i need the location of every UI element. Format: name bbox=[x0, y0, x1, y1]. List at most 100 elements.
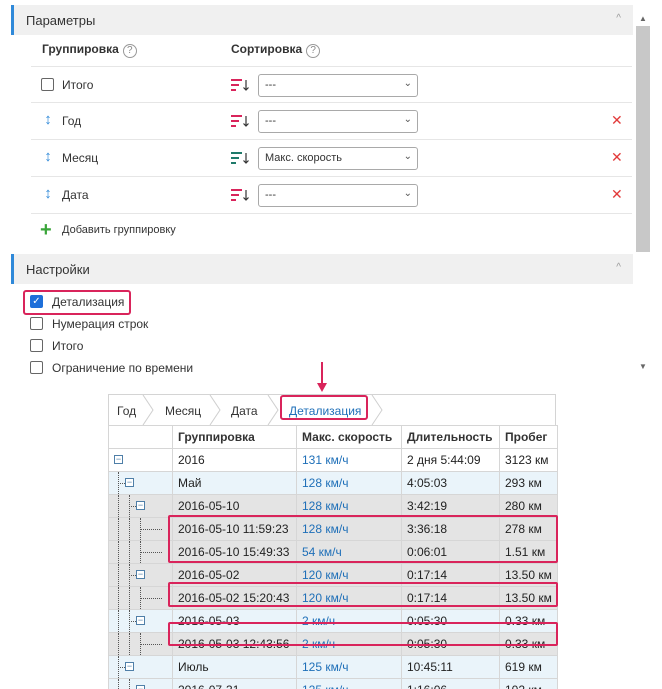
table-row[interactable]: − 2016-07-31125 км/ч1:16:06102 км bbox=[108, 677, 558, 689]
duration-column-header[interactable]: Длительность bbox=[401, 425, 500, 449]
max-speed-cell[interactable]: 120 км/ч bbox=[296, 585, 402, 610]
tree-cell: − bbox=[108, 447, 173, 472]
drag-updown-icon[interactable]: ↕ bbox=[41, 111, 55, 128]
delete-icon[interactable]: ✕ bbox=[611, 149, 623, 166]
tree-branch-line bbox=[129, 620, 136, 622]
max-speed-cell[interactable]: 128 км/ч bbox=[296, 470, 402, 495]
table-row[interactable]: 2016-05-02 15:20:43 120 км/ч 0:17:14 13.50 … bbox=[108, 585, 558, 610]
sorting-header-label: Сортировка bbox=[231, 42, 303, 56]
breadcrumb-year[interactable]: Год bbox=[117, 404, 136, 418]
grouping-cell: 2016-05-10 15:49:33 bbox=[172, 539, 297, 564]
scroll-down-icon[interactable]: ▼ bbox=[639, 362, 647, 371]
table-row[interactable]: − 2016-05-03 2 км/ч 0:05:30 0.33 км bbox=[108, 608, 558, 633]
collapse-chevron-icon[interactable]: ^ bbox=[616, 13, 621, 24]
sort-descending-icon[interactable] bbox=[231, 188, 249, 202]
collapse-icon[interactable]: − bbox=[136, 615, 145, 625]
max-speed-cell[interactable]: 120 км/ч bbox=[296, 562, 402, 587]
table-row[interactable]: 2016-05-10 15:49:33 54 км/ч 0:06:01 1.51 км bbox=[108, 539, 558, 564]
tree-cell: − bbox=[108, 562, 173, 587]
grouping-total-checkbox[interactable] bbox=[41, 78, 54, 91]
grouping-cell: 2016-05-02 bbox=[172, 562, 297, 587]
tree-column-header bbox=[108, 425, 173, 449]
grouping-row-label: Итого bbox=[62, 78, 94, 92]
add-grouping-label: Добавить группировку bbox=[62, 224, 176, 236]
tree-branch-line bbox=[129, 574, 136, 576]
grouping-cell: 2016 bbox=[172, 447, 297, 472]
collapse-icon[interactable]: − bbox=[136, 500, 145, 510]
sort-select[interactable]: --- ⌄ bbox=[258, 110, 418, 133]
grouping-row-month: ↕ Месяц Макс. скорость ⌄ ✕ bbox=[31, 140, 632, 177]
mileage-cell: 619 км bbox=[499, 654, 558, 679]
table-row[interactable]: − 2016 131 км/ч 2 дня 5:44:09 3123 км bbox=[108, 447, 558, 472]
tree-branch-line bbox=[118, 666, 125, 668]
max-speed-cell[interactable]: 125 км/ч bbox=[296, 677, 402, 689]
sort-ascending-icon[interactable] bbox=[231, 151, 249, 165]
mileage-cell: 278 км bbox=[499, 516, 558, 541]
sort-descending-icon[interactable] bbox=[231, 78, 249, 92]
setting-checkbox[interactable] bbox=[30, 361, 43, 374]
grouping-column-header[interactable]: Группировка bbox=[172, 425, 297, 449]
collapse-icon[interactable]: − bbox=[136, 684, 145, 689]
max-speed-cell[interactable]: 131 км/ч bbox=[296, 447, 402, 472]
max-speed-cell[interactable]: 2 км/ч bbox=[296, 608, 402, 633]
tree-indent bbox=[114, 632, 166, 655]
breadcrumb-date[interactable]: Дата bbox=[231, 404, 258, 418]
tree-cell: − bbox=[108, 470, 173, 495]
grouping-cell: 2016-05-03 bbox=[172, 608, 297, 633]
params-section-header[interactable]: Параметры ^ bbox=[11, 5, 633, 35]
setting-checkbox[interactable] bbox=[30, 317, 43, 330]
tree-branch-line bbox=[140, 551, 162, 553]
help-icon[interactable]: ? bbox=[306, 44, 321, 58]
max-speed-cell[interactable]: 125 км/ч bbox=[296, 654, 402, 679]
table-row[interactable]: 2016-05-03 12:43:56 2 км/ч 0:05:30 0.33 км bbox=[108, 631, 558, 656]
duration-cell: 0:05:30 bbox=[401, 608, 500, 633]
duration-cell: 3:36:18 bbox=[401, 516, 500, 541]
breadcrumb-month[interactable]: Месяц bbox=[165, 404, 201, 418]
setting-checkbox[interactable] bbox=[30, 339, 43, 352]
sort-select[interactable]: --- ⌄ bbox=[258, 184, 418, 207]
table-row[interactable]: 2016-05-10 11:59:23 128 км/ч 3:36:18 278 км bbox=[108, 516, 558, 541]
table-row[interactable]: − Июль 125 км/ч 10:45:11 619 км bbox=[108, 654, 558, 679]
tree-indent: − bbox=[114, 609, 166, 632]
help-icon[interactable]: ? bbox=[122, 44, 137, 58]
delete-icon[interactable]: ✕ bbox=[611, 186, 623, 203]
tree-indent: − bbox=[114, 494, 166, 517]
collapse-icon[interactable]: − bbox=[125, 661, 134, 671]
tree-guide-line bbox=[129, 678, 130, 689]
collapse-chevron-icon[interactable]: ^ bbox=[616, 262, 621, 273]
sort-descending-icon[interactable] bbox=[231, 114, 249, 128]
tree-guide-line bbox=[129, 586, 130, 609]
settings-section-header[interactable]: Настройки ^ bbox=[11, 254, 633, 284]
collapse-icon[interactable]: − bbox=[125, 477, 134, 487]
collapse-icon[interactable]: − bbox=[136, 569, 145, 579]
tree-guide-line bbox=[118, 540, 119, 563]
table-row[interactable]: − Май 128 км/ч 4:05:03 293 км bbox=[108, 470, 558, 495]
table-row[interactable]: − 2016-05-02 120 км/ч 0:17:14 13.50 км bbox=[108, 562, 558, 587]
sort-select[interactable]: --- ⌄ bbox=[258, 74, 418, 97]
delete-icon[interactable]: ✕ bbox=[611, 112, 623, 129]
tree-branch-line bbox=[140, 597, 162, 599]
collapse-icon[interactable]: − bbox=[114, 454, 123, 464]
sort-select[interactable]: Макс. скорость ⌄ bbox=[258, 147, 418, 170]
max-speed-column-header[interactable]: Макс. скорость bbox=[296, 425, 402, 449]
mileage-cell: 293 км bbox=[499, 470, 558, 495]
mileage-column-header[interactable]: Пробег bbox=[499, 425, 558, 449]
tree-indent: − bbox=[114, 678, 166, 689]
max-speed-cell[interactable]: 2 км/ч bbox=[296, 631, 402, 656]
chevron-down-icon: ⌄ bbox=[403, 114, 412, 125]
max-speed-cell[interactable]: 128 км/ч bbox=[296, 516, 402, 541]
drag-updown-icon[interactable]: ↕ bbox=[41, 185, 55, 202]
tree-cell: − bbox=[108, 493, 173, 518]
pointer-arrow bbox=[317, 362, 327, 392]
scroll-up-icon[interactable]: ▲ bbox=[639, 14, 647, 23]
breadcrumb-separator-icon bbox=[142, 395, 154, 425]
grouping-row-total: Итого --- ⌄ bbox=[31, 66, 632, 103]
grouping-cell: 2016-05-10 bbox=[172, 493, 297, 518]
grouping-cell: Июль bbox=[172, 654, 297, 679]
vertical-scrollbar[interactable]: ▲ ▼ bbox=[636, 6, 652, 373]
scrollbar-thumb[interactable] bbox=[636, 26, 650, 252]
max-speed-cell[interactable]: 128 км/ч bbox=[296, 493, 402, 518]
max-speed-cell[interactable]: 54 км/ч bbox=[296, 539, 402, 564]
drag-updown-icon[interactable]: ↕ bbox=[41, 148, 55, 165]
table-row[interactable]: − 2016-05-10 128 км/ч 3:42:19 280 км bbox=[108, 493, 558, 518]
